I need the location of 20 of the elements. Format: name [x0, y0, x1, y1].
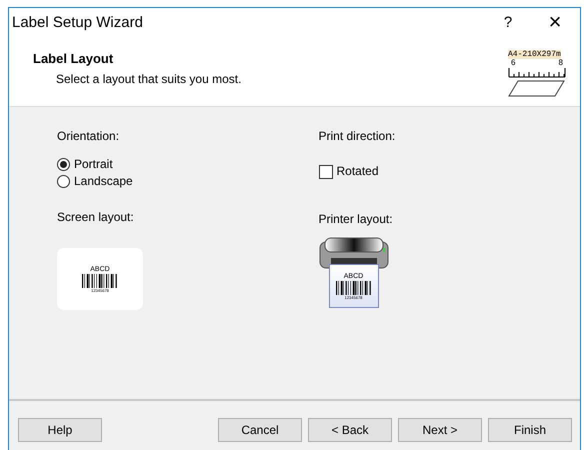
print-direction-label: Print direction: — [318, 129, 396, 143]
wizard-button[interactable]: < Back — [308, 418, 392, 442]
orientation-label: Orientation: — [57, 129, 120, 143]
orientation-radio[interactable]: Portrait — [57, 156, 133, 173]
paper-ruler-drawing: A4-210X297m 6 8 — [508, 50, 572, 106]
close-button[interactable]: × — [530, 8, 580, 36]
printer-layout-label: Printer layout: — [318, 212, 393, 226]
barcode-icon — [82, 274, 118, 288]
page-title: Label Layout — [33, 51, 114, 66]
wizard-button[interactable]: Cancel — [218, 418, 302, 442]
help-button[interactable]: ? — [486, 8, 530, 36]
screen-layout-label: Screen layout: — [57, 210, 134, 224]
wizard-button[interactable]: Finish — [488, 418, 572, 442]
window-title: Label Setup Wizard — [12, 14, 144, 30]
orientation-radio[interactable]: Landscape — [57, 173, 133, 190]
wizard-button[interactable]: Help — [18, 418, 102, 442]
wizard-button[interactable]: Next > — [398, 418, 482, 442]
page-subtitle: Select a layout that suits you most. — [56, 72, 242, 86]
rotated-checkbox[interactable]: Rotated — [318, 163, 379, 180]
barcode-icon — [336, 280, 372, 294]
